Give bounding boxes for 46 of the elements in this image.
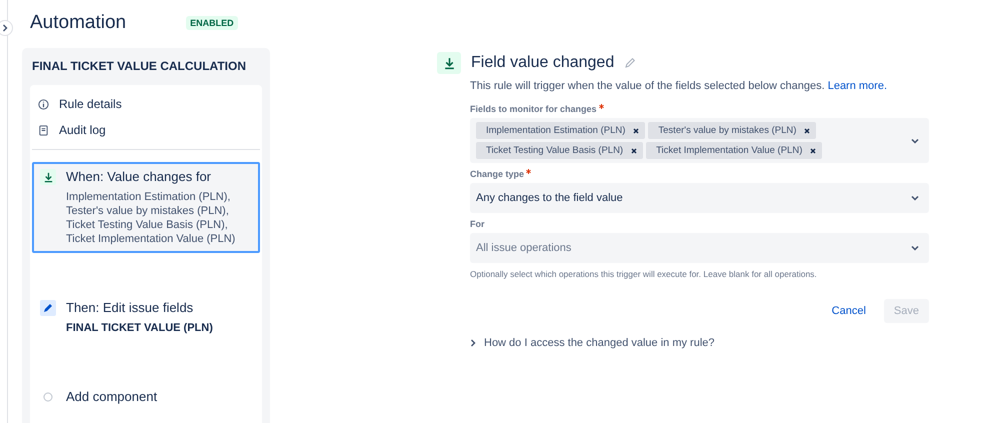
rule-name: FINAL TICKET VALUE CALCULATION <box>32 59 247 73</box>
fields-select[interactable]: Implementation Estimation (PLN) Tester's value by mistakes (PLN) Ticket Testing Value Basis (PLN) Ticket Implementation Value (PLN) <box>470 118 929 163</box>
download-icon <box>437 52 461 74</box>
step-title: Then: Edit issue fields <box>66 300 194 315</box>
chevron-right-icon <box>2 24 8 32</box>
chevron-right-icon <box>470 339 476 347</box>
editor-title: Field value changed <box>471 54 614 72</box>
faq-toggle[interactable]: How do I access the changed value in my rule? <box>470 337 929 349</box>
required-icon <box>526 169 532 174</box>
cancel-button[interactable]: Cancel <box>822 299 876 323</box>
field-label: For <box>470 219 486 229</box>
page-title: Automation <box>30 12 126 34</box>
learn-more-link[interactable]: Learn more. <box>828 80 888 92</box>
step-detail: Implementation Estimation (PLN), Tester's value by mistakes (PLN), Ticket Testing Value Basis (PLN), Ticket Implementation Value (PLN) <box>66 190 236 246</box>
field-label: Change type <box>470 169 929 179</box>
chevron-down-icon <box>911 195 919 201</box>
pencil-icon <box>40 300 56 316</box>
rule-step[interactable]: Then: Edit issue fields FINAL TICKET VALUE (PLN) <box>32 293 260 342</box>
remove-button[interactable] <box>804 126 810 136</box>
rule-link[interactable]: Rule details <box>32 91 260 117</box>
step-title: When: Value changes for <box>66 169 212 184</box>
operations-select[interactable]: All issue operations <box>470 233 929 263</box>
remove-button[interactable] <box>631 146 638 156</box>
field-tag: Ticket Implementation Value (PLN) <box>646 142 822 159</box>
rule-link[interactable]: Audit log <box>32 117 260 143</box>
chevron-down-icon <box>911 138 919 144</box>
description: This rule will trigger when the value of the fields selected below changes. Learn more. <box>470 80 888 92</box>
info-icon <box>38 98 49 110</box>
chevron-down-icon <box>911 245 919 251</box>
step-title: Add component <box>66 389 158 404</box>
remove-button[interactable] <box>810 146 816 156</box>
required-icon <box>598 104 604 109</box>
rule-step[interactable]: Add component <box>32 382 260 412</box>
remove-button[interactable] <box>633 126 640 136</box>
status-badge: ENABLED <box>186 16 238 30</box>
field-tag: Implementation Estimation (PLN) <box>476 122 646 139</box>
change-type-select[interactable]: Any changes to the field value <box>470 183 929 213</box>
rule-step[interactable]: When: Value changes for Implementation Estimation (PLN), Tester's value by mistakes (PLN), Ticket Testing Value Basis (PLN), Ticket Implementation Value (PLN) <box>32 162 260 253</box>
field-label: Fields to monitor for changes <box>470 104 929 114</box>
step-detail: FINAL TICKET VALUE (PLN) <box>66 321 213 335</box>
document-icon <box>38 124 49 136</box>
field-tag: Tester's value by mistakes (PLN) <box>648 122 816 139</box>
field-tag: Ticket Testing Value Basis (PLN) <box>476 142 644 159</box>
expand-button[interactable] <box>0 20 13 36</box>
help-text: Optionally select which operations this trigger will execute for. Leave blank for all operations. <box>470 269 818 279</box>
download-icon <box>40 169 56 185</box>
